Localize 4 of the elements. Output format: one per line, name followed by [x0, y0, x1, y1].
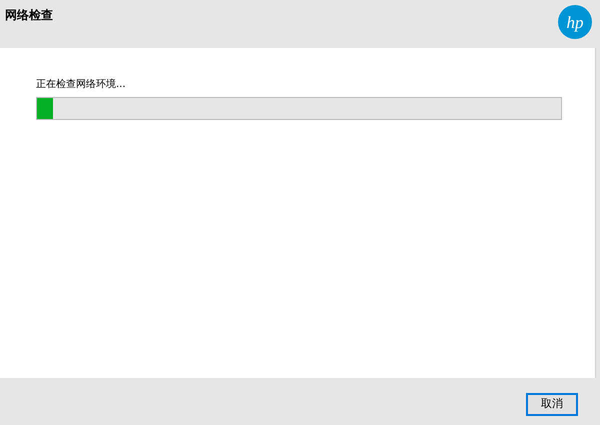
logo: hp	[558, 5, 592, 39]
cancel-button[interactable]: 取消	[526, 393, 578, 416]
status-text: 正在检查网络环境...	[36, 78, 127, 92]
window-title: 网络检查	[5, 7, 53, 24]
